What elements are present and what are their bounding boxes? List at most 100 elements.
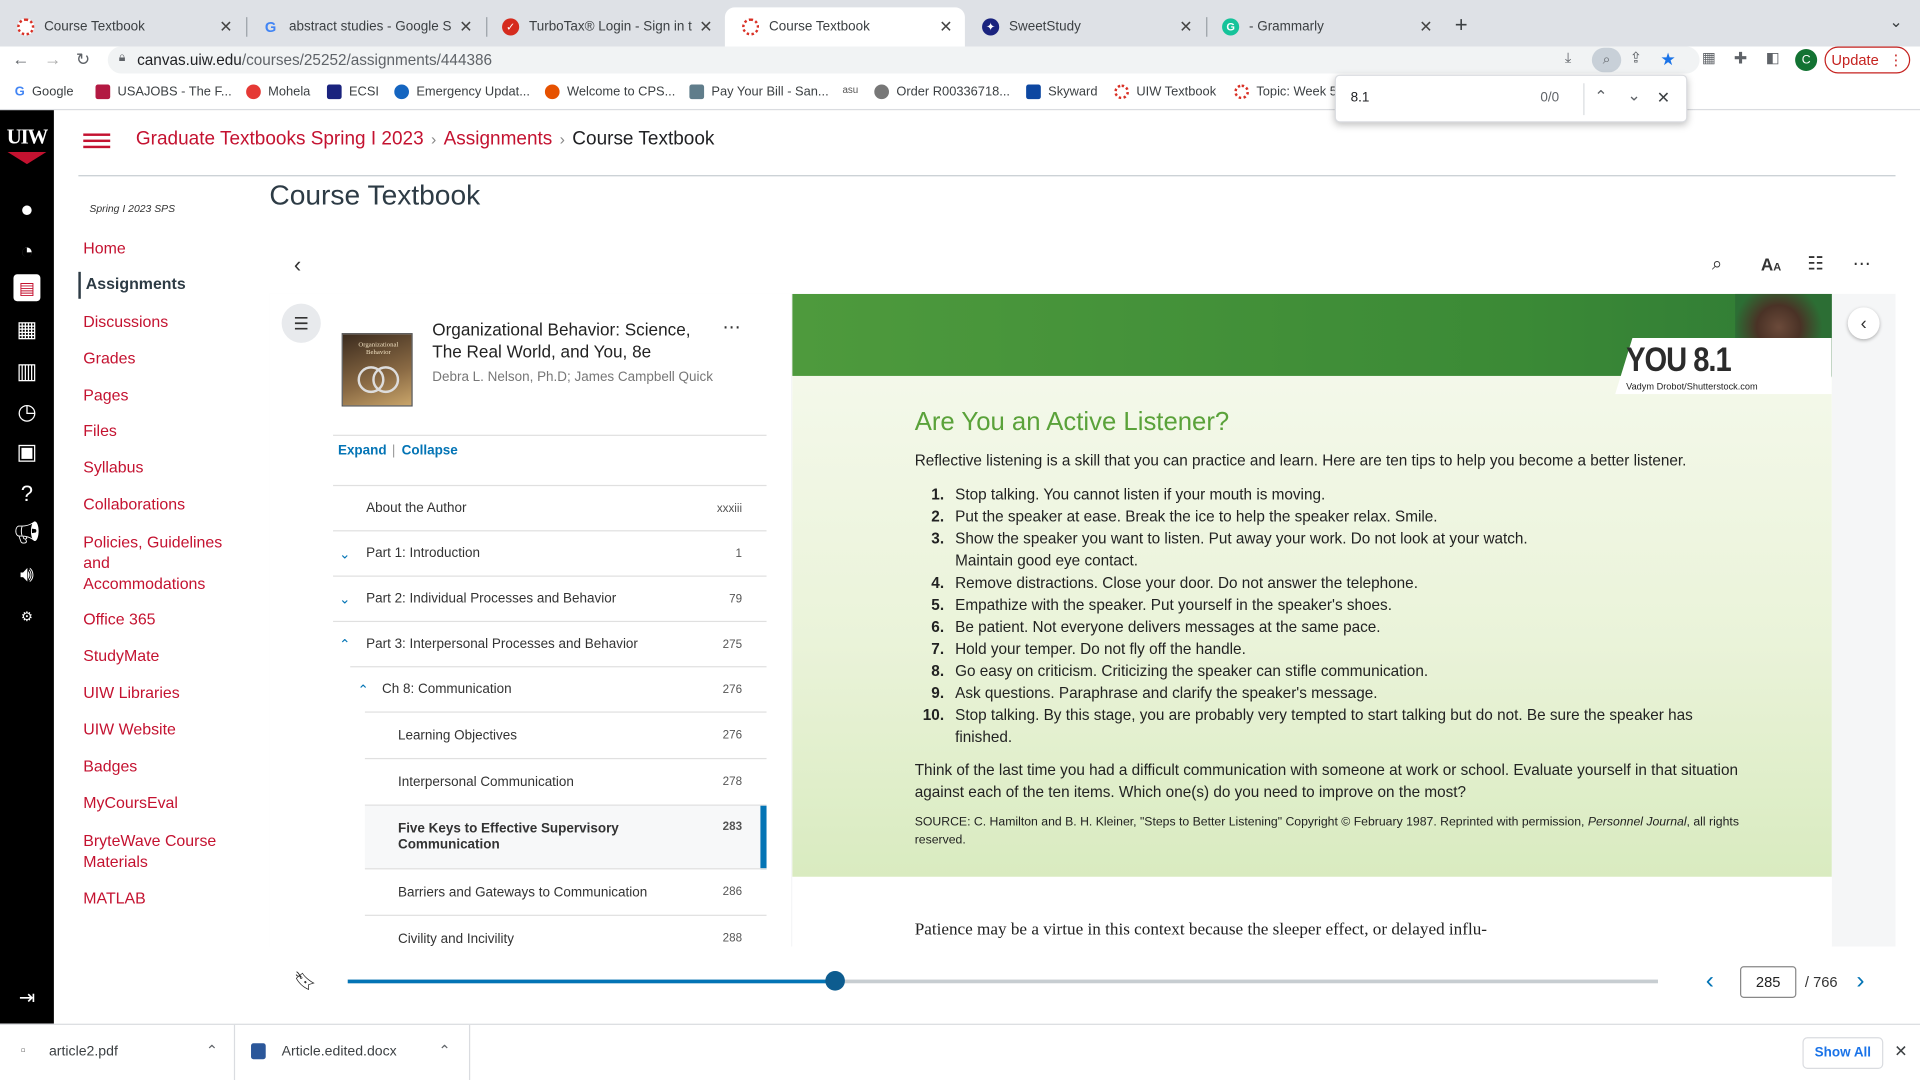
more-options-icon[interactable]: ⋯ bbox=[722, 316, 740, 338]
share-icon[interactable]: ⇪ bbox=[1630, 49, 1642, 66]
course-nav-discussions[interactable]: Discussions bbox=[83, 311, 230, 332]
course-nav-studymate[interactable]: StudyMate bbox=[83, 645, 230, 666]
close-icon[interactable]: ✕ bbox=[939, 17, 952, 37]
side-panel-icon[interactable]: ◧ bbox=[1766, 49, 1780, 66]
bookmark-item[interactable]: Topic: Week 5 bbox=[1234, 84, 1337, 100]
calendar-icon[interactable]: ▦ bbox=[11, 313, 43, 345]
toc-item-current[interactable]: Five Keys to Effective Supervisory Commu… bbox=[364, 804, 767, 870]
address-bar[interactable]: 🔒︎ canvas.uiw.edu/courses/25252/assignme… bbox=[107, 46, 1700, 74]
course-nav-uiw-libraries[interactable]: UIW Libraries bbox=[83, 682, 230, 703]
close-icon[interactable]: ✕ bbox=[1894, 1042, 1907, 1062]
toc-item[interactable]: About the Author xxxiii bbox=[333, 484, 767, 530]
toc-item[interactable]: ⌄ Part 2: Individual Processes and Behavi… bbox=[333, 575, 767, 621]
bookmark-item[interactable]: Skyward bbox=[1026, 84, 1097, 100]
browser-tab[interactable]: G - Grammarly ✕ bbox=[1205, 7, 1445, 46]
collapse-nav-icon[interactable]: ⇥ bbox=[11, 982, 43, 1014]
course-nav-uiw-website[interactable]: UIW Website bbox=[83, 719, 230, 740]
course-nav-policies[interactable]: Policies, Guidelines and Accommodations bbox=[83, 531, 225, 593]
close-icon[interactable]: ✕ bbox=[699, 17, 712, 37]
course-nav-matlab[interactable]: MATLAB bbox=[83, 888, 230, 909]
bookmark-item[interactable]: Emergency Updat... bbox=[394, 84, 530, 100]
sis-icon[interactable]: ⚙ bbox=[11, 600, 43, 632]
course-nav-home[interactable]: Home bbox=[83, 238, 230, 259]
next-page-icon[interactable]: › bbox=[1856, 967, 1864, 995]
bookmark-item[interactable]: Welcome to CPS... bbox=[544, 84, 675, 100]
bookmark-star-icon[interactable]: ★ bbox=[1660, 49, 1675, 70]
toc-item[interactable]: ⌃ Part 3: Interpersonal Processes and Beh… bbox=[333, 620, 767, 666]
close-icon[interactable]: ✕ bbox=[1657, 88, 1670, 108]
bookmark-item[interactable]: G Google bbox=[15, 84, 74, 99]
media-icon[interactable]: 🔊︎ bbox=[11, 558, 43, 590]
download-item[interactable]: Article.edited.docx ⌃ bbox=[235, 1024, 471, 1080]
announcement-icon[interactable]: 📢︎ bbox=[11, 517, 43, 549]
course-nav-grades[interactable]: Grades bbox=[83, 348, 230, 369]
dashboard-icon[interactable]: ◔ bbox=[11, 235, 43, 267]
show-all-button[interactable]: Show All bbox=[1802, 1037, 1884, 1069]
help-icon[interactable]: ? bbox=[11, 478, 43, 510]
browser-tab[interactable]: ✦ SweetStudy ✕ bbox=[965, 7, 1205, 46]
search-icon[interactable]: ⌕ bbox=[1712, 253, 1722, 274]
update-button[interactable]: Update ⋮ bbox=[1824, 46, 1911, 74]
chevron-up-icon[interactable]: ⌃ bbox=[438, 1042, 450, 1059]
toc-item[interactable]: Interpersonal Communication 278 bbox=[364, 757, 767, 805]
back-chevron-icon[interactable]: ‹ bbox=[294, 252, 301, 278]
uiw-logo[interactable]: UIW bbox=[2, 125, 51, 149]
browser-tab-active[interactable]: Course Textbook ✕ bbox=[724, 7, 965, 47]
bookmark-icon[interactable]: 🔖︎ bbox=[294, 970, 317, 992]
find-in-page-icon[interactable]: ⌕ bbox=[1591, 47, 1622, 73]
browser-tab[interactable]: G abstract studies - Google Sear ✕ bbox=[245, 7, 485, 46]
find-previous-icon[interactable]: ⌃ bbox=[1594, 87, 1607, 107]
course-nav-syllabus[interactable]: Syllabus bbox=[83, 457, 230, 478]
profile-avatar[interactable]: C bbox=[1795, 48, 1818, 72]
bookmark-list-icon[interactable]: ☷ bbox=[1807, 252, 1823, 274]
courses-icon[interactable]: ▤ bbox=[13, 274, 41, 302]
bookmark-item[interactable]: Mohela bbox=[246, 84, 310, 100]
inbox-icon[interactable]: ▥ bbox=[11, 355, 43, 387]
menu-hamburger-icon[interactable] bbox=[83, 130, 111, 152]
bookmark-item[interactable]: Pay Your Bill - San... bbox=[689, 84, 829, 100]
close-icon[interactable]: ✕ bbox=[1179, 17, 1192, 37]
reload-icon[interactable]: ↻ bbox=[76, 49, 90, 70]
breadcrumb-course-link[interactable]: Graduate Textbooks Spring I 2023 bbox=[136, 129, 424, 150]
account-icon[interactable]: ● bbox=[11, 193, 43, 225]
text-size-icon[interactable]: AA bbox=[1761, 255, 1781, 275]
find-next-icon[interactable]: ⌄ bbox=[1627, 86, 1640, 106]
toc-item[interactable]: Learning Objectives 276 bbox=[364, 711, 767, 758]
extensions-puzzle-icon[interactable]: ✚ bbox=[1734, 49, 1747, 69]
bookmark-item[interactable]: USAJOBS - The F... bbox=[95, 84, 232, 100]
back-icon[interactable]: ← bbox=[12, 49, 29, 69]
bookmark-item[interactable]: ECSI bbox=[326, 84, 379, 100]
browser-tab[interactable]: ✓ TurboTax® Login - Sign in to Ge ✕ bbox=[485, 7, 725, 46]
toc-item[interactable]: Civility and Incivility 288 bbox=[364, 914, 767, 947]
toc-item[interactable]: Barriers and Gateways to Communication 28… bbox=[364, 868, 767, 915]
chevron-down-icon[interactable]: ⌄ bbox=[339, 546, 350, 562]
chevron-up-icon[interactable]: ⌃ bbox=[206, 1042, 218, 1059]
new-tab-button[interactable]: + bbox=[1455, 12, 1468, 38]
close-icon[interactable]: ✕ bbox=[1419, 17, 1432, 37]
toc-item[interactable]: ⌃ Ch 8: Communication 276 bbox=[350, 666, 767, 711]
browser-tab[interactable]: Course Textbook ✕ bbox=[0, 7, 245, 46]
page-slider-handle[interactable] bbox=[825, 971, 845, 991]
close-icon[interactable]: ✕ bbox=[219, 17, 232, 37]
course-nav-badges[interactable]: Badges bbox=[83, 756, 230, 777]
chevron-down-icon[interactable]: ⌄ bbox=[339, 591, 350, 607]
page-number-input[interactable]: 285 bbox=[1740, 966, 1797, 998]
history-icon[interactable]: ◷ bbox=[11, 396, 43, 428]
collapse-link[interactable]: Collapse bbox=[402, 443, 458, 458]
find-input[interactable]: 8.1 bbox=[1351, 91, 1370, 106]
course-nav-pages[interactable]: Pages bbox=[83, 384, 230, 405]
expand-link[interactable]: Expand bbox=[338, 443, 387, 458]
download-icon[interactable]: ⤓ bbox=[1565, 49, 1572, 67]
toc-toggle-icon[interactable]: ☰ bbox=[281, 303, 321, 343]
course-nav-files[interactable]: Files bbox=[83, 420, 230, 441]
close-icon[interactable]: ✕ bbox=[459, 17, 472, 37]
extension-icon[interactable]: ▦ bbox=[1702, 49, 1716, 66]
bookmark-item[interactable]: UIW Textbook bbox=[1114, 84, 1216, 100]
studio-icon[interactable]: ▣ bbox=[11, 436, 43, 468]
chevron-up-icon[interactable]: ⌃ bbox=[339, 636, 350, 652]
chevron-up-icon[interactable]: ⌃ bbox=[358, 681, 369, 698]
course-nav-mycourseval[interactable]: MyCoursEval bbox=[83, 792, 230, 813]
previous-page-icon[interactable]: ‹ bbox=[1706, 967, 1714, 995]
toc-item[interactable]: ⌄ Part 1: Introduction 1 bbox=[333, 530, 767, 575]
download-item[interactable]: ▫ article2.pdf ⌃ bbox=[0, 1024, 236, 1080]
